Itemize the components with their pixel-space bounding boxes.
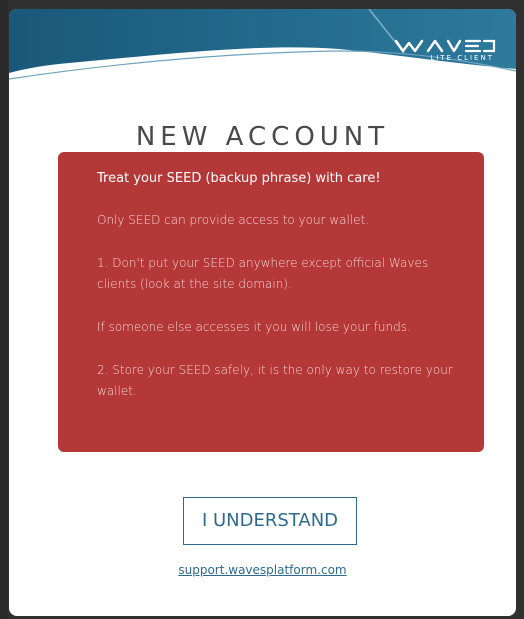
i-understand-button[interactable]: I UNDERSTAND <box>183 497 357 545</box>
seed-warning-panel: Treat your SEED (backup phrase) with car… <box>58 152 484 452</box>
warning-paragraph: Only SEED can provide access to your wal… <box>97 213 370 227</box>
warning-paragraph: 2. Store your SEED safely, it is the onl… <box>97 363 453 398</box>
warning-paragraph: If someone else accesses it you will los… <box>97 320 411 334</box>
page-title: NEW ACCOUNT <box>135 122 390 153</box>
warning-heading: Treat your SEED (backup phrase) with car… <box>97 171 381 186</box>
logo-subtitle: LITE CLIENT <box>430 54 494 62</box>
backdrop <box>0 0 8 619</box>
warning-paragraph: 1. Don't put your SEED anywhere except o… <box>97 256 429 291</box>
new-account-dialog: LITE CLIENT NEW ACCOUNT Treat your SEED … <box>9 9 516 616</box>
support-link[interactable]: support.wavesplatform.com <box>9 563 516 577</box>
header-banner: LITE CLIENT <box>9 9 516 89</box>
